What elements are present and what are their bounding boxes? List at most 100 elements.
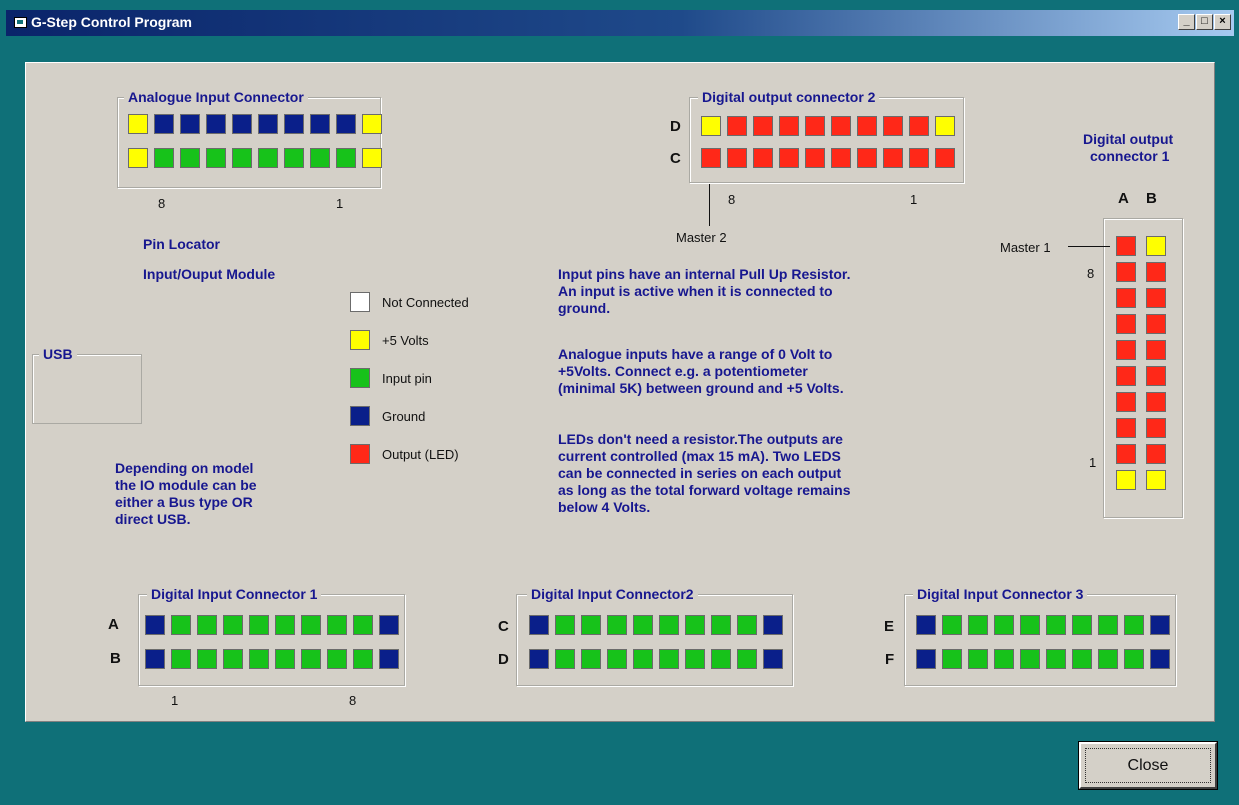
dout1-label-a: A [1118, 190, 1129, 207]
red-pin [805, 148, 825, 168]
blue-pin [284, 114, 304, 134]
green-pin [1098, 615, 1118, 635]
green-pin [249, 615, 269, 635]
din1-row-b [145, 649, 405, 669]
green-pin [197, 649, 217, 669]
minimize-button[interactable]: _ [1178, 14, 1195, 30]
digital-input-2-group: Digital Input Connector2 [516, 585, 793, 686]
red-pin [1116, 314, 1136, 334]
blue-pin [145, 649, 165, 669]
din2-label-d: D [498, 651, 509, 668]
green-pin [994, 649, 1014, 669]
din3-row-f [916, 649, 1176, 669]
legend-label: Input pin [382, 370, 432, 386]
red-pin [1116, 392, 1136, 412]
maximize-button[interactable]: □ [1196, 14, 1213, 30]
close-button[interactable]: Close [1078, 741, 1218, 790]
green-pin [994, 615, 1014, 635]
red-pin [1146, 288, 1166, 308]
legend-item: Not Connected [350, 292, 469, 312]
master-1-line [1068, 246, 1110, 247]
green-pin [310, 148, 330, 168]
green-pin [711, 615, 731, 635]
din3-label-e: E [884, 618, 895, 635]
green-pin [197, 615, 217, 635]
dout2-right-number: 1 [910, 192, 918, 207]
analogue-row-1 [128, 114, 388, 134]
yellow-pin [128, 114, 148, 134]
red-pin [753, 148, 773, 168]
red-pin [1146, 314, 1166, 334]
din3-label-f: F [885, 651, 895, 668]
legend-label: Not Connected [382, 294, 469, 310]
master-2-label: Master 2 [676, 230, 727, 245]
green-pin [581, 615, 601, 635]
main-window: G-Step Control Program _ □ × Analogue In… [0, 0, 1239, 805]
dout2-label-c: C [670, 150, 681, 167]
red-pin [1116, 418, 1136, 438]
blue-pin [529, 649, 549, 669]
blue-pin [379, 615, 399, 635]
green-pin [737, 615, 757, 635]
yellow-pin [1146, 236, 1166, 256]
green-pin [607, 615, 627, 635]
red-pin [857, 148, 877, 168]
green-pin [327, 615, 347, 635]
legend-item: Ground [350, 406, 425, 426]
legend-swatch [350, 406, 370, 426]
green-pin [581, 649, 601, 669]
red-pin [883, 148, 903, 168]
dout1-column-b [1146, 236, 1166, 496]
green-pin [968, 649, 988, 669]
green-pin [968, 615, 988, 635]
dout2-row-c [701, 148, 961, 168]
legend-item: Input pin [350, 368, 432, 388]
green-pin [223, 615, 243, 635]
red-pin [1116, 340, 1136, 360]
din3-row-e [916, 615, 1176, 635]
legend-swatch [350, 292, 370, 312]
green-pin [711, 649, 731, 669]
green-pin [249, 649, 269, 669]
master-1-label: Master 1 [1000, 240, 1051, 255]
red-pin [1146, 366, 1166, 386]
yellow-pin [701, 116, 721, 136]
dout2-label-d: D [670, 118, 681, 135]
red-pin [1146, 418, 1166, 438]
green-pin [171, 649, 191, 669]
digital-output-2-title: Digital output connector 2 [698, 88, 880, 106]
blue-pin [232, 114, 252, 134]
title-bar[interactable]: G-Step Control Program _ □ × [6, 10, 1234, 36]
legend-label: Ground [382, 408, 426, 424]
green-pin [171, 615, 191, 635]
green-pin [1020, 649, 1040, 669]
yellow-pin [935, 116, 955, 136]
digital-input-2-title: Digital Input Connector2 [527, 585, 698, 603]
green-pin [1072, 615, 1092, 635]
digital-output-1-title-1: Digital output [1083, 131, 1174, 147]
analogue-right-number: 1 [336, 196, 344, 211]
green-pin [659, 615, 679, 635]
leds-note: LEDs don't need a resistor.The outputs a… [558, 431, 851, 515]
blue-pin [379, 649, 399, 669]
master-2-line [709, 184, 710, 226]
green-pin [1046, 649, 1066, 669]
close-window-button[interactable]: × [1214, 14, 1231, 30]
yellow-pin [128, 148, 148, 168]
green-pin [942, 615, 962, 635]
green-pin [353, 649, 373, 669]
dout1-top-number: 8 [1087, 266, 1095, 281]
legend-swatch [350, 368, 370, 388]
app-icon[interactable] [14, 17, 27, 28]
red-pin [753, 116, 773, 136]
din1-right-number: 8 [349, 693, 357, 708]
green-pin [223, 649, 243, 669]
usb-group: USB [32, 345, 142, 424]
yellow-pin [1146, 470, 1166, 490]
blue-pin [1150, 615, 1170, 635]
digital-output-1-title-2: connector 1 [1090, 148, 1170, 164]
green-pin [353, 615, 373, 635]
red-pin [1116, 288, 1136, 308]
blue-pin [180, 114, 200, 134]
red-pin [701, 148, 721, 168]
